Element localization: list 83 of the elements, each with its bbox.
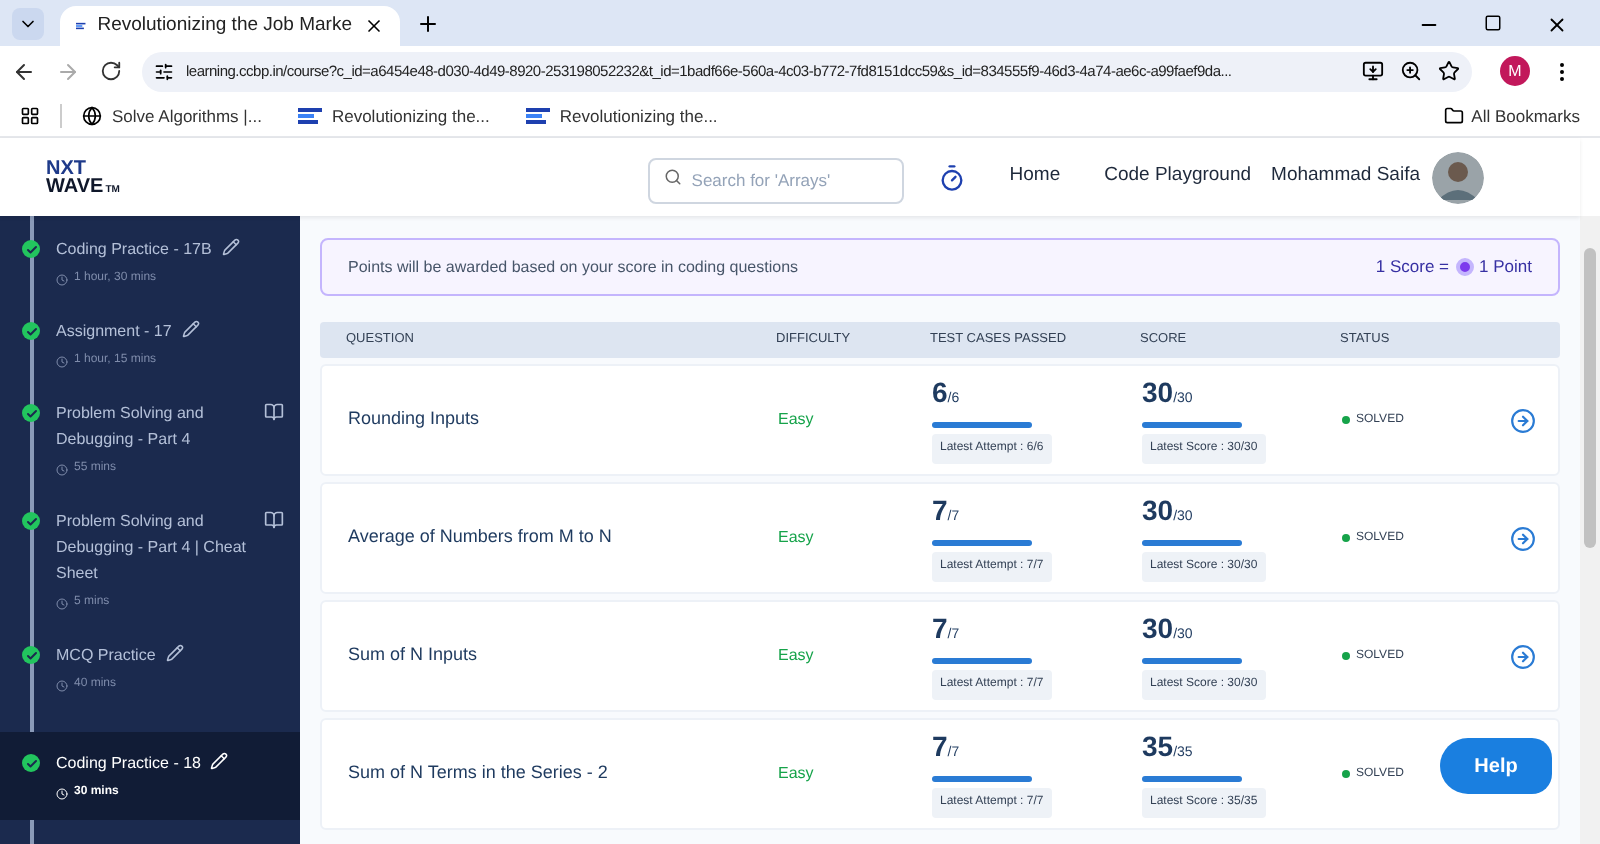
folder-icon xyxy=(1443,106,1464,126)
book-icon xyxy=(264,402,284,422)
site-icon xyxy=(525,108,550,124)
item-title: MCQ Practice xyxy=(56,644,156,668)
nav-link[interactable]: Code Playground xyxy=(1104,162,1252,192)
profile-avatar[interactable]: M xyxy=(1500,56,1530,86)
maximize-icon[interactable] xyxy=(1484,14,1502,32)
score-label: 1 Score = xyxy=(1375,254,1450,280)
point-coin-icon xyxy=(1455,258,1474,276)
difficulty-label: Easy xyxy=(778,762,816,786)
check-icon xyxy=(22,404,40,422)
clock-icon xyxy=(56,597,68,609)
underline-bar xyxy=(1142,775,1242,781)
check-icon xyxy=(22,240,40,258)
point-label: 1 Point xyxy=(1479,254,1532,280)
browser-tab[interactable]: Revolutionizing the Job Marke xyxy=(60,6,400,46)
clock-icon xyxy=(56,679,68,691)
banner-text: Points will be awarded based on your score in coding questions xyxy=(348,255,799,279)
bookmark-item[interactable]: Revolutionizing the... xyxy=(525,103,734,129)
apps-icon[interactable] xyxy=(20,106,40,126)
close-window-icon[interactable] xyxy=(1546,14,1568,36)
zoom-icon[interactable] xyxy=(1400,60,1422,82)
search-icon xyxy=(663,168,682,186)
underline-bar xyxy=(1142,539,1242,545)
clock-icon xyxy=(56,787,68,799)
logo-text: NXT xyxy=(46,159,86,177)
difficulty-label: Easy xyxy=(778,644,816,668)
check-icon xyxy=(22,646,40,664)
back-icon[interactable] xyxy=(12,59,36,83)
pencil-icon xyxy=(210,752,229,770)
difficulty-label: Easy xyxy=(778,408,816,432)
site-info-icon[interactable] xyxy=(154,61,174,81)
all-bookmarks[interactable]: All Bookmarks xyxy=(1443,103,1580,129)
question-title: Rounding Inputs xyxy=(348,406,482,433)
site-icon xyxy=(76,18,86,34)
nav-link[interactable]: Home xyxy=(1009,162,1061,192)
scrollbar[interactable] xyxy=(1580,216,1600,844)
user-name: Mohammad Saifa xyxy=(1271,162,1420,191)
clock-icon xyxy=(56,355,68,367)
help-button[interactable]: Help xyxy=(1440,738,1552,794)
bookmark-item[interactable]: Solve Algorithms |... xyxy=(82,103,278,129)
question-title: Average of Numbers from M to N xyxy=(348,524,614,551)
timer-icon[interactable] xyxy=(937,163,966,191)
check-icon xyxy=(22,754,40,772)
underline-bar xyxy=(932,421,1032,427)
search-field[interactable]: Search for 'Arrays' xyxy=(647,157,904,203)
all-bookmarks-label: All Bookmarks xyxy=(1471,103,1580,129)
bookmark-star-icon[interactable] xyxy=(1438,60,1460,82)
bookmark-label: Solve Algorithms |... xyxy=(112,103,262,129)
user-avatar[interactable] xyxy=(1432,151,1484,203)
difficulty-label: Easy xyxy=(778,526,816,550)
item-title: Problem Solving and Debugging - Part 4 | Cheat Sheet xyxy=(56,510,249,586)
globe-icon xyxy=(82,106,102,126)
pencil-icon xyxy=(165,644,184,662)
clock-icon xyxy=(56,273,68,285)
question-title: Sum of N Inputs xyxy=(348,642,480,669)
close-icon[interactable] xyxy=(364,16,384,36)
underline-bar xyxy=(932,775,1032,781)
pencil-icon xyxy=(221,238,240,256)
item-title: Problem Solving and Debugging - Part 4 xyxy=(56,402,206,452)
clock-icon xyxy=(56,463,68,475)
underline-bar xyxy=(1142,421,1242,427)
tab-list-button[interactable] xyxy=(12,8,44,40)
new-tab-icon[interactable] xyxy=(416,12,440,36)
book-icon xyxy=(264,510,284,530)
check-icon xyxy=(22,322,40,340)
item-title: Coding Practice - 18 xyxy=(56,752,201,776)
underline-bar xyxy=(932,657,1032,663)
check-icon xyxy=(22,512,40,530)
site-icon xyxy=(297,108,322,124)
underline-bar xyxy=(932,539,1032,545)
underline-bar xyxy=(1142,657,1242,663)
logo-text: WAVE xyxy=(46,177,104,195)
question-title: Sum of N Terms in the Series - 2 xyxy=(348,760,610,787)
item-title: Assignment - 17 xyxy=(56,320,172,344)
reload-icon[interactable] xyxy=(100,60,122,82)
pencil-icon xyxy=(181,320,200,338)
item-title: Coding Practice - 17B xyxy=(56,238,212,262)
tab-title: Revolutionizing the Job Marke xyxy=(97,11,352,40)
bookmark-label: Revolutionizing the... xyxy=(559,103,718,129)
bookmark-item[interactable]: Revolutionizing the... xyxy=(297,103,506,129)
install-icon[interactable] xyxy=(1362,60,1384,82)
bookmark-label: Revolutionizing the... xyxy=(331,103,490,129)
